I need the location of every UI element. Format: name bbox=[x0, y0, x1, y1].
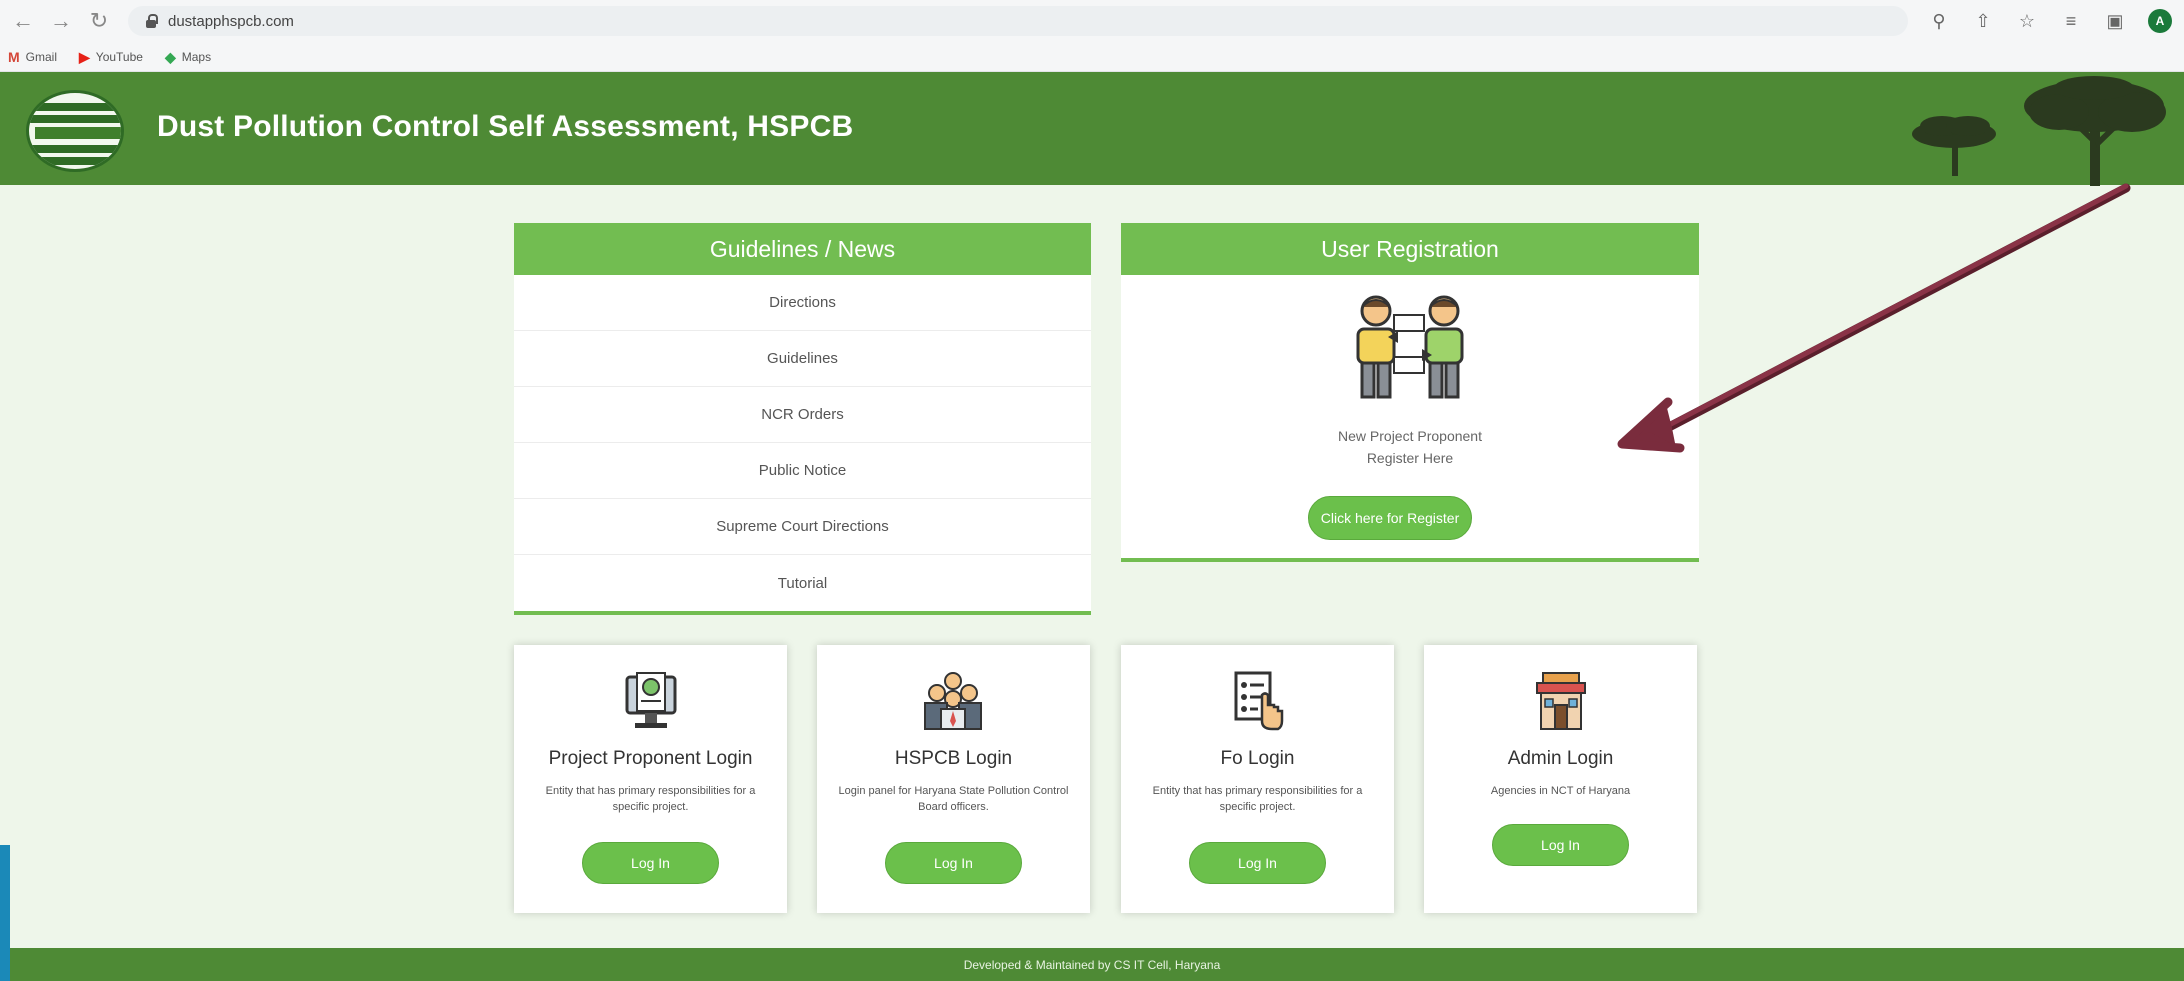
bookmark-gmail[interactable]: M Gmail bbox=[8, 49, 57, 65]
logo-band bbox=[29, 157, 121, 165]
registration-line-1: New Project Proponent bbox=[1338, 428, 1482, 444]
news-link-public-notice[interactable]: Public Notice bbox=[514, 443, 1091, 499]
bookmark-youtube[interactable]: ▶ YouTube bbox=[79, 49, 143, 66]
card-title: Admin Login bbox=[1507, 748, 1614, 769]
registration-line-2: Register Here bbox=[1366, 450, 1454, 466]
site-header: Dust Pollution Control Self Assessment, … bbox=[0, 72, 2184, 185]
admin-login-card: Admin Login Agencies in NCT of Haryana L… bbox=[1424, 645, 1697, 913]
forward-arrow-icon[interactable]: → bbox=[46, 6, 76, 36]
bookmarks-bar: M Gmail ▶ YouTube ◆ Maps bbox=[0, 42, 211, 72]
footer-text: Developed & Maintained by CS IT Cell, Ha… bbox=[963, 957, 1221, 972]
maps-icon: ◆ bbox=[164, 48, 176, 65]
officers-group-icon bbox=[924, 672, 982, 730]
registration-panel: New Project Proponent Register Here Clic… bbox=[1121, 275, 1699, 562]
site-footer: Developed & Maintained by CS IT Cell, Ha… bbox=[0, 948, 2184, 981]
left-edge-decoration bbox=[0, 845, 10, 981]
address-bar-url: dustapphspcb.com bbox=[168, 12, 294, 30]
office-building-icon bbox=[1536, 672, 1586, 730]
zoom-icon[interactable]: ⚲ bbox=[1928, 11, 1950, 32]
youtube-icon: ▶ bbox=[79, 48, 90, 65]
browser-chrome: ← → ↻ dustapphspcb.com ⚲ ⇧ ☆ ≡ ▣ A M Gma… bbox=[0, 0, 2184, 72]
side-panel-icon[interactable]: ▣ bbox=[2104, 11, 2126, 32]
news-list: Directions Guidelines NCR Orders Public … bbox=[514, 275, 1091, 615]
bookmark-label: Gmail bbox=[25, 50, 58, 64]
news-link-supreme-court-directions[interactable]: Supreme Court Directions bbox=[514, 499, 1091, 555]
fo-login-card: Fo Login Entity that has primary respons… bbox=[1121, 645, 1394, 913]
fo-login-button[interactable]: Log In bbox=[1189, 842, 1326, 884]
logo-band bbox=[29, 103, 121, 111]
register-button[interactable]: Click here for Register bbox=[1308, 496, 1472, 540]
lock-icon bbox=[144, 14, 158, 28]
card-description: Agencies in NCT of Haryana bbox=[1490, 785, 1631, 797]
logo-band bbox=[29, 115, 121, 123]
card-description: Entity that has primary responsibilities… bbox=[1152, 785, 1363, 813]
hspcb-logo[interactable] bbox=[26, 90, 124, 172]
profile-avatar[interactable]: A bbox=[2148, 9, 2172, 33]
registration-text: New Project Proponent Register Here bbox=[1121, 425, 1699, 469]
hspcb-login-card: HSPCB Login Login panel for Haryana Stat… bbox=[817, 645, 1090, 913]
card-title: HSPCB Login bbox=[894, 748, 1013, 769]
star-icon[interactable]: ☆ bbox=[2016, 11, 2038, 32]
news-link-tutorial[interactable]: Tutorial bbox=[514, 555, 1091, 611]
browser-nav-row: ← → ↻ dustapphspcb.com ⚲ ⇧ ☆ ≡ ▣ A bbox=[0, 0, 2184, 42]
logo-band bbox=[29, 145, 121, 153]
back-arrow-icon[interactable]: ← bbox=[8, 6, 38, 36]
project-proponent-login-card: Project Proponent Login Entity that has … bbox=[514, 645, 787, 913]
checklist-hand-icon bbox=[1234, 671, 1284, 731]
hspcb-login-button[interactable]: Log In bbox=[885, 842, 1022, 884]
news-link-ncr-orders[interactable]: NCR Orders bbox=[514, 387, 1091, 443]
bookmark-maps[interactable]: ◆ Maps bbox=[165, 49, 211, 66]
project-proponent-login-button[interactable]: Log In bbox=[582, 842, 719, 884]
reading-list-icon[interactable]: ≡ bbox=[2060, 11, 2082, 32]
card-description: Entity that has primary responsibilities… bbox=[545, 785, 756, 813]
news-link-directions[interactable]: Directions bbox=[514, 275, 1091, 331]
site-title: Dust Pollution Control Self Assessment, … bbox=[157, 110, 854, 143]
user-exchange-icon bbox=[1356, 295, 1464, 399]
reload-icon[interactable]: ↻ bbox=[84, 6, 114, 36]
news-link-guidelines[interactable]: Guidelines bbox=[514, 331, 1091, 387]
registration-panel-heading: User Registration bbox=[1121, 223, 1699, 275]
gmail-icon: M bbox=[8, 49, 20, 65]
trees-illustration-icon bbox=[1912, 76, 2166, 186]
address-bar[interactable]: dustapphspcb.com bbox=[128, 6, 1908, 36]
monitor-certificate-icon bbox=[625, 672, 677, 728]
bookmark-label: YouTube bbox=[95, 50, 143, 64]
admin-login-button[interactable]: Log In bbox=[1492, 824, 1629, 866]
bookmark-label: Maps bbox=[181, 50, 212, 64]
logo-band bbox=[35, 127, 121, 139]
card-title: Fo Login bbox=[1220, 748, 1295, 769]
news-panel-heading: Guidelines / News bbox=[514, 223, 1091, 275]
share-icon[interactable]: ⇧ bbox=[1972, 11, 1994, 32]
browser-toolbar-right: ⚲ ⇧ ☆ ≡ ▣ A bbox=[1928, 6, 2172, 36]
card-description: Login panel for Haryana State Pollution … bbox=[838, 785, 1069, 813]
card-title: Project Proponent Login bbox=[548, 748, 753, 769]
